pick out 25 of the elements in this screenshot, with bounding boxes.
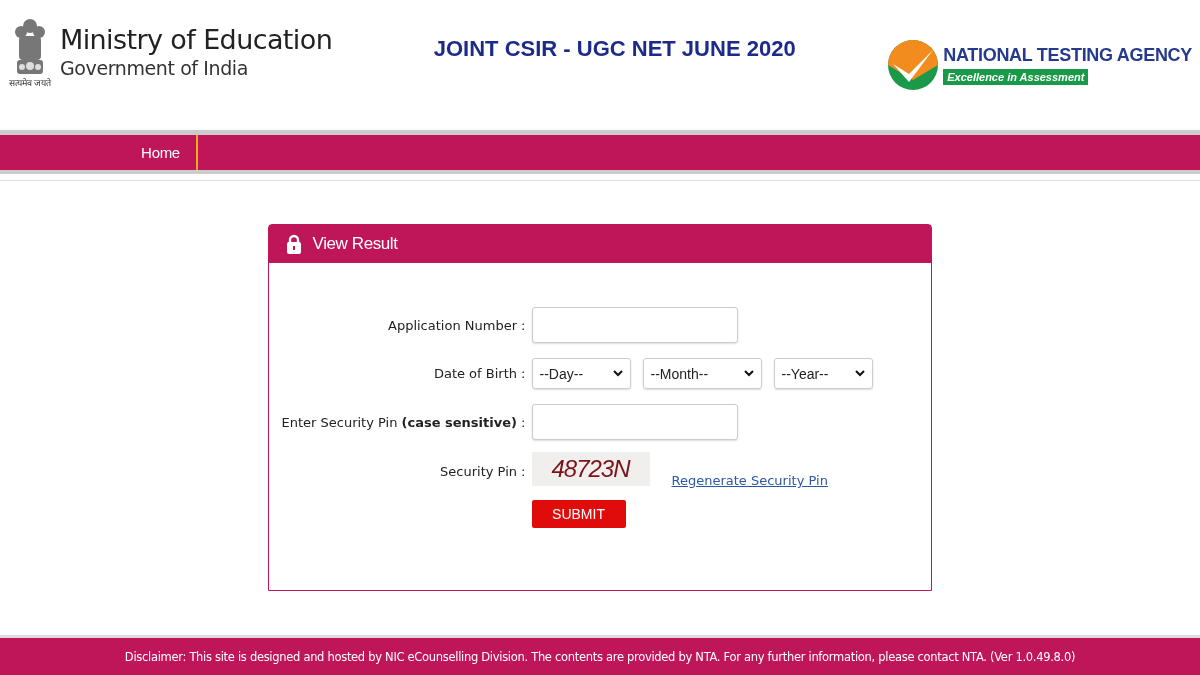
chevron-icon (743, 370, 754, 377)
exam-title: JOINT CSIR - UGC NET JUNE 2020 (433, 35, 796, 62)
field-label: Enter Security Pin (case sensitive) : (280, 414, 527, 430)
motto-text: सत्यमेव जयते (8, 78, 52, 88)
agency-tagline: Excellence in Assessment (943, 69, 1089, 85)
field-label: Date of Birth : (432, 366, 527, 381)
dropdown[interactable]: --Month-- (642, 358, 762, 389)
submit-button[interactable]: SUBMIT (531, 500, 626, 528)
input-field[interactable] (531, 404, 738, 440)
dropdown[interactable]: --Year-- (773, 358, 873, 389)
chevron-icon (854, 370, 865, 377)
input-field[interactable] (531, 307, 738, 343)
nav-link[interactable]: Home (125, 135, 198, 170)
agency-name: NATIONAL TESTING AGENCY (943, 45, 1192, 66)
disclaimer-text: Disclaimer: This site is designed and hosted by NIC eCounselling Division. The contents are provided by NTA. For any further information, please contact NTA. (Ver 1.0.49.8.0) (124, 649, 1076, 664)
regenerate-link[interactable]: Regenerate Security Pin (671, 473, 828, 488)
field-label: Security Pin : (439, 464, 527, 479)
lock-icon (286, 234, 301, 254)
card-title: View Result (312, 234, 398, 254)
field-label: Application Number : (387, 317, 527, 333)
ministry-subtitle: Government of India (60, 56, 249, 80)
captcha-image: 48723N (531, 451, 650, 486)
dropdown[interactable]: --Day-- (531, 358, 631, 389)
chevron-icon (612, 370, 623, 377)
ministry-title: Ministry of Education (60, 24, 333, 56)
